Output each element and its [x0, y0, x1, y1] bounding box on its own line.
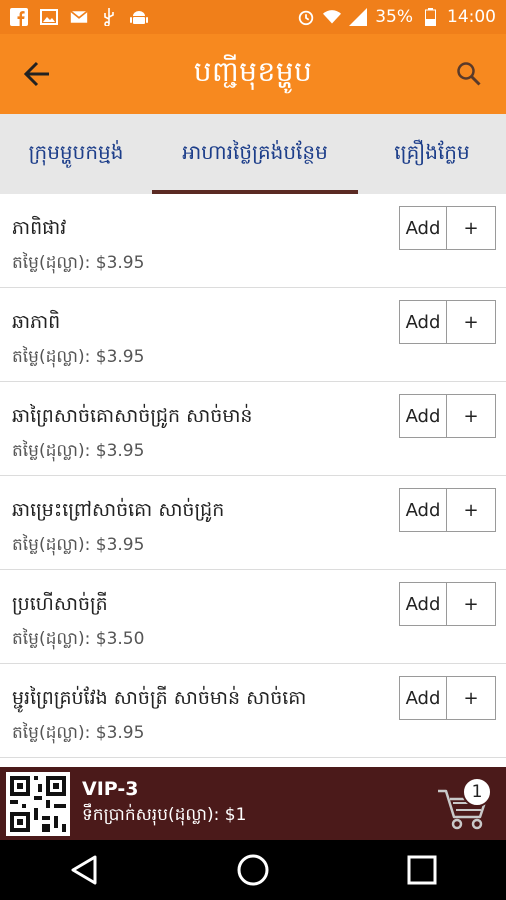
add-controls: Add +: [399, 394, 496, 438]
tab-menu-group[interactable]: ក្រុមម្ហូបកម្មង់: [0, 114, 152, 194]
add-button[interactable]: Add: [399, 676, 447, 720]
nav-home-button[interactable]: [223, 840, 283, 900]
order-total: ទឹកប្រាក់សរុប(ដុល្លា): $1: [82, 805, 247, 825]
list-item: ភាពិផាវ តម្លៃ(ដុល្លា): $3.95 Add +: [0, 194, 506, 288]
notification-icons: [10, 8, 148, 26]
battery-percent: 35%: [375, 7, 413, 27]
qr-code-icon[interactable]: [6, 771, 70, 836]
alarm-icon: [297, 8, 315, 26]
plus-button[interactable]: +: [447, 582, 496, 626]
plus-button[interactable]: +: [447, 206, 496, 250]
add-button[interactable]: Add: [399, 206, 447, 250]
signal-icon: [349, 8, 368, 26]
plus-button[interactable]: +: [447, 488, 496, 532]
list-item: ឆាភាពិ តម្លៃ(ដុល្លា): $3.95 Add +: [0, 288, 506, 382]
item-name: ប្រហើសាច់ត្រី: [12, 593, 108, 615]
order-summary-bar: VIP-3 ទឹកប្រាក់សរុប(ដុល្លា): $1 1: [0, 767, 506, 840]
add-controls: Add +: [399, 676, 496, 720]
nav-back-button[interactable]: [54, 840, 114, 900]
item-name: ឆាព្រៃសាច់គោសាច់ជ្រូក សាច់មាន់: [12, 405, 253, 427]
item-price: តម្លៃ(ដុល្លា): $3.95: [12, 441, 145, 461]
wifi-icon: [323, 8, 342, 26]
add-controls: Add +: [399, 582, 496, 626]
app-bar: បញ្ជីមុខម្ហូប: [0, 34, 506, 114]
plus-button[interactable]: +: [447, 300, 496, 344]
back-button[interactable]: [0, 34, 74, 114]
item-price: តម្លៃ(ដុល្លា): $3.95: [12, 347, 145, 367]
item-name: ឆាម្រេះព្រៅសាច់គោ សាច់ជ្រូក: [12, 499, 225, 521]
item-name: ឆាភាពិ: [12, 311, 61, 333]
table-name: VIP-3: [82, 778, 139, 800]
cart-count-badge: 1: [462, 777, 492, 807]
tab-condiments[interactable]: គ្រឿងក្លែម: [358, 114, 506, 194]
item-price: តម្លៃ(ដុល្លា): $3.95: [12, 253, 145, 273]
square-recents-icon: [407, 855, 437, 885]
add-button[interactable]: Add: [399, 488, 447, 532]
item-price: តម្លៃ(ដុល្លា): $3.50: [12, 629, 145, 649]
image-icon: [40, 8, 58, 26]
item-price: តម្លៃ(ដុល្លា): $3.95: [12, 723, 145, 743]
clock: 14:00: [447, 7, 496, 27]
facebook-icon: [10, 8, 28, 26]
add-controls: Add +: [399, 300, 496, 344]
system-status: 35% 14:00: [297, 7, 496, 27]
cart-button[interactable]: 1: [436, 777, 492, 833]
page-title: បញ្ជីមុខម្ហូប: [193, 54, 313, 88]
gmail-icon: [70, 8, 88, 26]
add-button[interactable]: Add: [399, 582, 447, 626]
add-controls: Add +: [399, 206, 496, 250]
plus-button[interactable]: +: [447, 394, 496, 438]
nav-recents-button[interactable]: [392, 840, 452, 900]
battery-icon: [421, 8, 439, 26]
item-price: តម្លៃ(ដុល្លា): $3.95: [12, 535, 145, 555]
triangle-back-icon: [71, 855, 97, 885]
add-controls: Add +: [399, 488, 496, 532]
navigation-bar: [0, 840, 506, 900]
search-icon: [457, 62, 481, 86]
item-name: ភាពិផាវ: [12, 217, 67, 239]
category-tabs: ក្រុមម្ហូបកម្មង់ អាហារថ្លៃគ្រង់បន្ថែម គ្…: [0, 114, 506, 194]
status-bar: 35% 14:00: [0, 0, 506, 34]
item-name: ម្ជូរព្រៃគ្រប់វែង សាច់ត្រី សាច់មាន់ សាច់…: [12, 687, 307, 709]
search-button[interactable]: [432, 34, 506, 114]
usb-icon: [100, 8, 118, 26]
plus-button[interactable]: +: [447, 676, 496, 720]
circle-home-icon: [237, 854, 269, 886]
tab-extra-dishes[interactable]: អាហារថ្លៃគ្រង់បន្ថែម: [152, 114, 358, 194]
arrow-back-icon: [23, 61, 49, 87]
list-item: ឆាព្រៃសាច់គោសាច់ជ្រូក សាច់មាន់ តម្លៃ(ដុល…: [0, 382, 506, 476]
add-button[interactable]: Add: [399, 394, 447, 438]
table-info: VIP-3 ទឹកប្រាក់សរុប(ដុល្លា): $1: [82, 778, 246, 829]
list-item: ឆាម្រេះព្រៅសាច់គោ សាច់ជ្រូក តម្លៃ(ដុល្លា…: [0, 476, 506, 570]
android-icon: [130, 8, 148, 26]
list-item: ប្រហើសាច់ត្រី តម្លៃ(ដុល្លា): $3.50 Add +: [0, 570, 506, 664]
menu-list[interactable]: ភាពិផាវ តម្លៃ(ដុល្លា): $3.95 Add + ឆាភាព…: [0, 194, 506, 767]
list-item: ម្ជូរព្រៃគ្រប់វែង សាច់ត្រី សាច់មាន់ សាច់…: [0, 664, 506, 758]
add-button[interactable]: Add: [399, 300, 447, 344]
